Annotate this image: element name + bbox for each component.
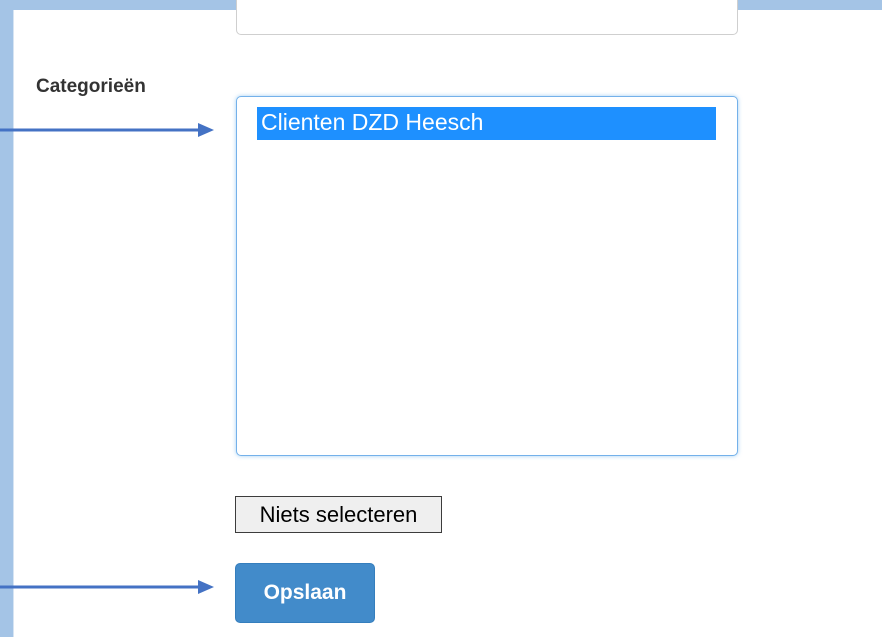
select-none-button[interactable]: Niets selecteren [235,496,442,533]
screenshot-frame-left [0,0,13,637]
annotation-arrow-categories [0,123,214,137]
category-option[interactable]: Clienten DZD Heesch [257,107,716,140]
screenshot-frame-edge [13,10,14,637]
previous-input-field[interactable] [236,0,738,35]
categories-label: Categorieën [36,76,146,97]
save-button[interactable]: Opslaan [235,563,375,623]
categories-listbox[interactable]: Clienten DZD Heesch [236,96,738,456]
annotation-arrow-save [0,580,214,594]
